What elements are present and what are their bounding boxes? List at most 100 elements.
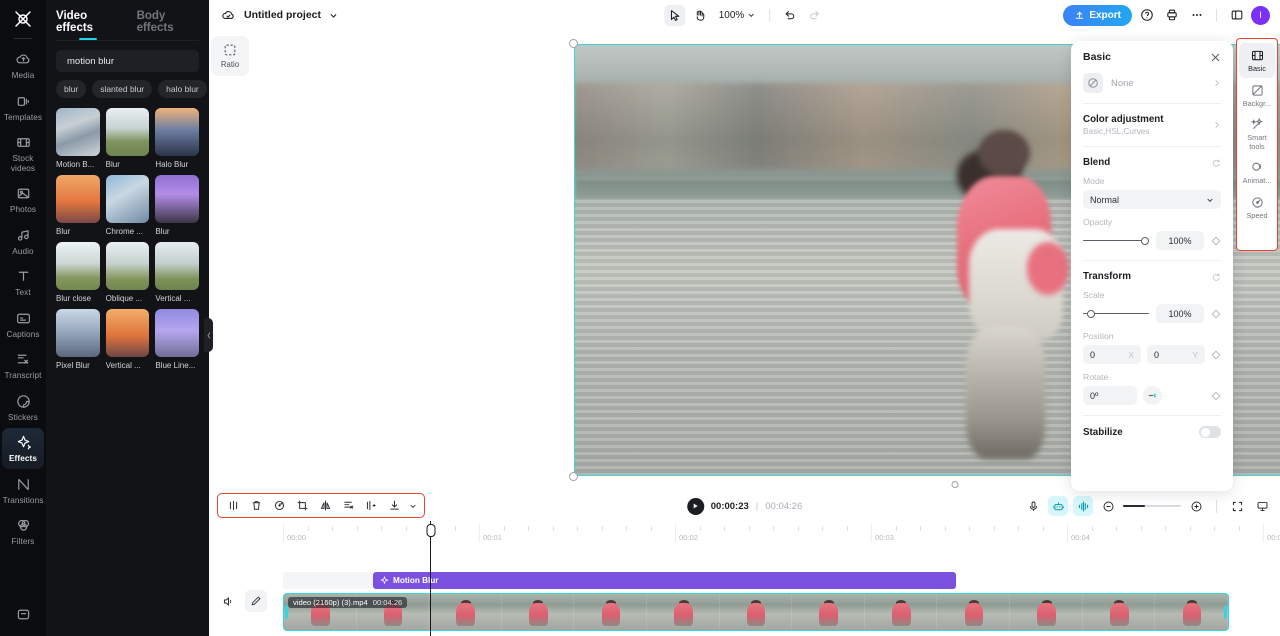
download-options-button[interactable] (407, 495, 419, 516)
reset-icon[interactable] (1211, 272, 1221, 282)
sidebar-item-filters[interactable]: Filters (2, 511, 44, 552)
position-y-input[interactable]: 0 Y (1147, 345, 1205, 364)
properties-tab-smart-tools[interactable]: Smart tools (1239, 112, 1275, 155)
sidebar-item-templates[interactable]: Templates (2, 87, 44, 128)
split-button[interactable] (223, 495, 244, 516)
properties-tab-backgr[interactable]: Backgr... (1239, 78, 1275, 113)
effect-item[interactable]: Blur (105, 108, 150, 169)
track-edit-button[interactable] (245, 590, 267, 612)
sidebar-item-audio[interactable]: Audio (2, 221, 44, 262)
sidebar-item-apps[interactable] (2, 600, 44, 628)
delete-button[interactable] (246, 495, 267, 516)
auto-captions-button[interactable] (1048, 496, 1068, 516)
sidebar-item-effects[interactable]: Effects (2, 428, 44, 469)
audio-waveform-button[interactable] (1073, 496, 1093, 516)
properties-tab-speed[interactable]: Speed (1239, 190, 1275, 225)
redo-button[interactable] (804, 5, 825, 26)
effect-item[interactable]: Vertical ... (105, 309, 150, 370)
sidebar-item-photos[interactable]: Photos (2, 179, 44, 220)
position-x-input[interactable]: 0 X (1083, 345, 1141, 364)
timeline-ruler[interactable]: 00:00 00:01 00:02 00:03 00:04 00:05 (209, 524, 1280, 544)
rotate-button[interactable] (269, 495, 290, 516)
scale-slider[interactable] (1083, 308, 1149, 320)
search-input[interactable] (67, 55, 199, 67)
export-button[interactable]: Export (1063, 4, 1132, 26)
rotate-handle[interactable] (951, 481, 959, 488)
sidebar-item-transcript[interactable]: Transcript (2, 345, 44, 386)
zoom-out-button[interactable] (1098, 496, 1118, 516)
mirror-button[interactable] (315, 495, 336, 516)
zoom-in-button[interactable] (1186, 496, 1206, 516)
zoom-level-selector[interactable]: 100% (714, 10, 761, 21)
effect-item[interactable]: Blur close (56, 242, 100, 303)
rotation-dial[interactable] (1143, 386, 1162, 405)
effect-item[interactable]: Blur (155, 175, 199, 236)
download-button[interactable] (384, 495, 405, 516)
help-button[interactable] (1136, 5, 1157, 26)
rotate-input[interactable]: 0º (1083, 386, 1137, 405)
undo-button[interactable] (779, 5, 800, 26)
keyframe-diamond-icon[interactable] (1211, 309, 1221, 319)
hand-tool-button[interactable] (689, 5, 710, 26)
properties-tab-basic[interactable]: Basic (1239, 43, 1275, 78)
more-options-button[interactable] (1186, 5, 1207, 26)
chevron-down-icon[interactable] (329, 11, 338, 20)
panel-collapse-handle[interactable] (204, 318, 213, 352)
color-adjustment-row[interactable]: Color adjustment Basic,HSL,Curves (1083, 114, 1221, 136)
effect-item[interactable]: Pixel Blur (56, 309, 100, 370)
sidebar-item-transitions[interactable]: Transitions (2, 470, 44, 511)
cut-button[interactable] (338, 495, 359, 516)
effect-none-row[interactable]: None (1083, 73, 1221, 93)
sidebar-item-stock-videos[interactable]: Stock videos (2, 128, 44, 178)
reset-icon[interactable] (1211, 158, 1221, 168)
stabilize-toggle[interactable] (1199, 426, 1221, 438)
keyframe-diamond-icon[interactable] (1211, 236, 1221, 246)
play-button[interactable] (686, 497, 704, 515)
sidebar-item-captions[interactable]: Captions (2, 304, 44, 345)
video-clip[interactable]: video (2160p) (3).mp4 00:04:26 (283, 593, 1229, 631)
search-chip-0[interactable]: blur (56, 80, 87, 98)
effect-item[interactable]: Chrome ... (105, 175, 150, 236)
sidebar-item-stickers[interactable]: Stickers (2, 387, 44, 428)
playhead[interactable] (426, 521, 436, 636)
effect-item[interactable]: Blue Line... (155, 309, 199, 370)
ratio-button[interactable]: Ratio (211, 36, 249, 76)
effect-clip-motion-blur[interactable]: Motion Blur (373, 572, 956, 589)
effect-item[interactable]: Motion B... (56, 108, 100, 169)
scale-input[interactable]: 100% (1156, 304, 1204, 323)
resize-handle-top-left[interactable] (569, 39, 578, 48)
playhead-handle[interactable] (426, 524, 436, 537)
project-info[interactable]: Untitled project (221, 8, 338, 23)
search-chip-1[interactable]: slanted blur (92, 80, 153, 98)
capcut-logo[interactable] (0, 4, 46, 34)
opacity-input[interactable]: 100% (1156, 231, 1204, 250)
tab-body-effects[interactable]: Body effects (137, 10, 199, 40)
tab-video-effects[interactable]: Video effects (56, 10, 121, 40)
sidebar-item-text[interactable]: Text (2, 262, 44, 303)
crop-button[interactable] (292, 495, 313, 516)
close-icon[interactable] (1210, 52, 1221, 63)
blend-mode-select[interactable]: Normal (1083, 190, 1221, 209)
track-mute-button[interactable] (217, 590, 239, 612)
effect-item[interactable]: Vertical ... (155, 242, 199, 303)
share-button[interactable] (1161, 5, 1182, 26)
opacity-slider[interactable] (1083, 235, 1149, 247)
effect-item[interactable]: Oblique ... (105, 242, 150, 303)
keyframe-diamond-icon[interactable] (1211, 350, 1221, 360)
effect-item[interactable]: Halo Blur (155, 108, 199, 169)
keyframe-diamond-icon[interactable] (1211, 391, 1221, 401)
microphone-button[interactable] (1023, 496, 1043, 516)
project-name[interactable]: Untitled project (244, 9, 321, 21)
layout-panel-button[interactable] (1226, 5, 1247, 26)
sidebar-item-media[interactable]: Media (2, 45, 44, 86)
resize-handle-bottom-left[interactable] (569, 472, 578, 481)
cursor-tool-button[interactable] (663, 4, 685, 26)
properties-tab-animat[interactable]: Animat... (1239, 155, 1275, 190)
clip-trim-handle-right[interactable] (1224, 605, 1227, 619)
fullscreen-button[interactable] (1227, 496, 1247, 516)
freeze-button[interactable] (361, 495, 382, 516)
search-chip-2[interactable]: halo blur (158, 80, 207, 98)
clip-trim-handle-left[interactable] (285, 605, 288, 619)
avatar[interactable]: I (1251, 5, 1270, 25)
monitor-button[interactable] (1252, 496, 1272, 516)
